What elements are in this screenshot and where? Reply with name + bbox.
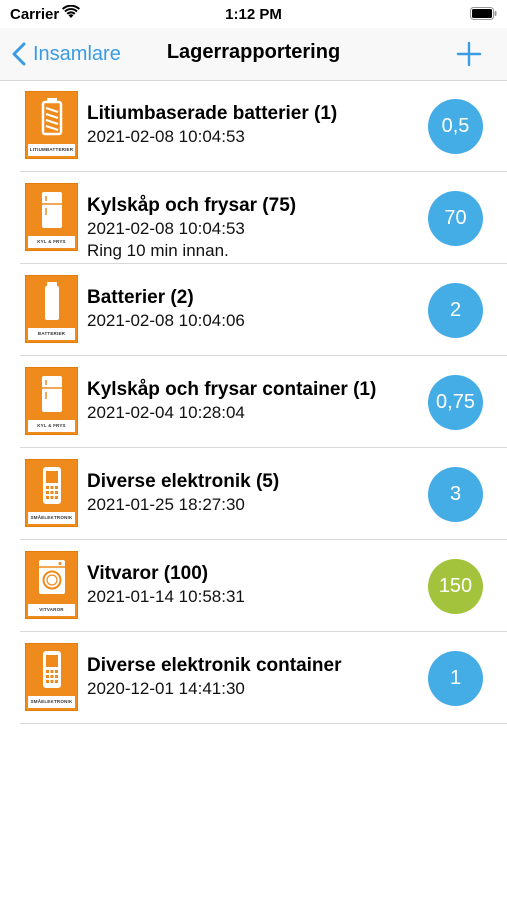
navigation-bar: Insamlare Lagerrapportering (0, 28, 507, 81)
item-title: Kylskåp och frysar container (1) (87, 379, 377, 400)
add-icon[interactable] (455, 40, 483, 68)
list-item[interactable]: LITIUMBATTERIER Litiumbaserade batterier … (20, 80, 507, 172)
phone-icon: SMÅELEKTRONIK (25, 643, 78, 711)
item-title: Diverse elektronik container (87, 655, 342, 676)
item-date: 2021-02-08 10:04:53 (87, 127, 245, 146)
battery-status-icon (470, 7, 497, 20)
status-bar: Carrier 1:12 PM (0, 0, 507, 28)
item-title: Vitvaror (100) (87, 563, 209, 584)
list-item[interactable]: BATTERIER Batterier (2) 2021-02-08 10:04:0… (20, 264, 507, 356)
item-title: Litiumbaserade batterier (1) (87, 103, 338, 124)
count-badge: 2 (428, 283, 483, 338)
item-text: Batterier (2) 2021-02-08 10:04:06 (87, 286, 417, 332)
item-date: 2021-02-08 10:04:53 (87, 219, 245, 238)
item-text: Diverse elektronik container 2020-12-01 1… (87, 654, 417, 700)
washing-machine-icon: VITVAROR (25, 551, 78, 619)
list-item[interactable]: KYL & FRYS Kylskåp och frysar (75) 2021-02… (20, 172, 507, 264)
icon-caption: KYL & FRYS (28, 420, 75, 432)
clock: 1:12 PM (225, 6, 282, 23)
count-badge: 0,5 (428, 99, 483, 154)
icon-caption: BATTERIER (28, 328, 75, 340)
fridge-icon: KYL & FRYS (25, 367, 78, 435)
list-item[interactable]: VITVAROR Vitvaror (100) 2021-01-14 10:58:3… (20, 540, 507, 632)
battery-icon: BATTERIER (25, 275, 78, 343)
page-title: Lagerrapportering (166, 41, 341, 63)
item-title: Kylskåp och frysar (75) (87, 195, 297, 216)
item-date: 2021-01-25 18:27:30 (87, 495, 245, 514)
list-item[interactable]: SMÅELEKTRONIK Diverse elektronik containe… (20, 632, 507, 724)
item-title: Batterier (2) (87, 287, 194, 308)
item-text: Kylskåp och frysar (75) 2021-02-08 10:04:… (87, 194, 417, 262)
icon-caption: LITIUMBATTERIER (28, 144, 75, 156)
icon-caption: SMÅELEKTRONIK (28, 512, 75, 524)
phone-icon: SMÅELEKTRONIK (25, 459, 78, 527)
item-date: 2021-02-08 10:04:06 (87, 311, 245, 330)
count-badge: 3 (428, 467, 483, 522)
item-date: 2021-01-14 10:58:31 (87, 587, 245, 606)
report-list: LITIUMBATTERIER Litiumbaserade batterier … (0, 80, 507, 724)
list-item[interactable]: SMÅELEKTRONIK Diverse elektronik (5) 2021-… (20, 448, 507, 540)
item-text: Kylskåp och frysar container (1) 2021-02-… (87, 378, 417, 424)
item-title: Diverse elektronik (5) (87, 471, 280, 492)
icon-caption: SMÅELEKTRONIK (28, 696, 75, 708)
item-text: Litiumbaserade batterier (1) 2021-02-08 1… (87, 102, 417, 148)
item-date: 2021-02-04 10:28:04 (87, 403, 245, 422)
count-badge: 70 (428, 191, 483, 246)
item-date: 2020-12-01 14:41:30 (87, 679, 245, 698)
count-badge: 1 (428, 651, 483, 706)
fridge-icon: KYL & FRYS (25, 183, 78, 251)
item-text: Diverse elektronik (5) 2021-01-25 18:27:3… (87, 470, 417, 516)
lithium-battery-icon: LITIUMBATTERIER (25, 91, 78, 159)
item-note: Ring 10 min innan. (87, 241, 229, 260)
icon-caption: KYL & FRYS (28, 236, 75, 248)
icon-caption: VITVAROR (28, 604, 75, 616)
count-badge: 0,75 (428, 375, 483, 430)
list-item[interactable]: KYL & FRYS Kylskåp och frysar container (… (20, 356, 507, 448)
count-badge: 150 (428, 559, 483, 614)
item-text: Vitvaror (100) 2021-01-14 10:58:31 (87, 562, 417, 608)
